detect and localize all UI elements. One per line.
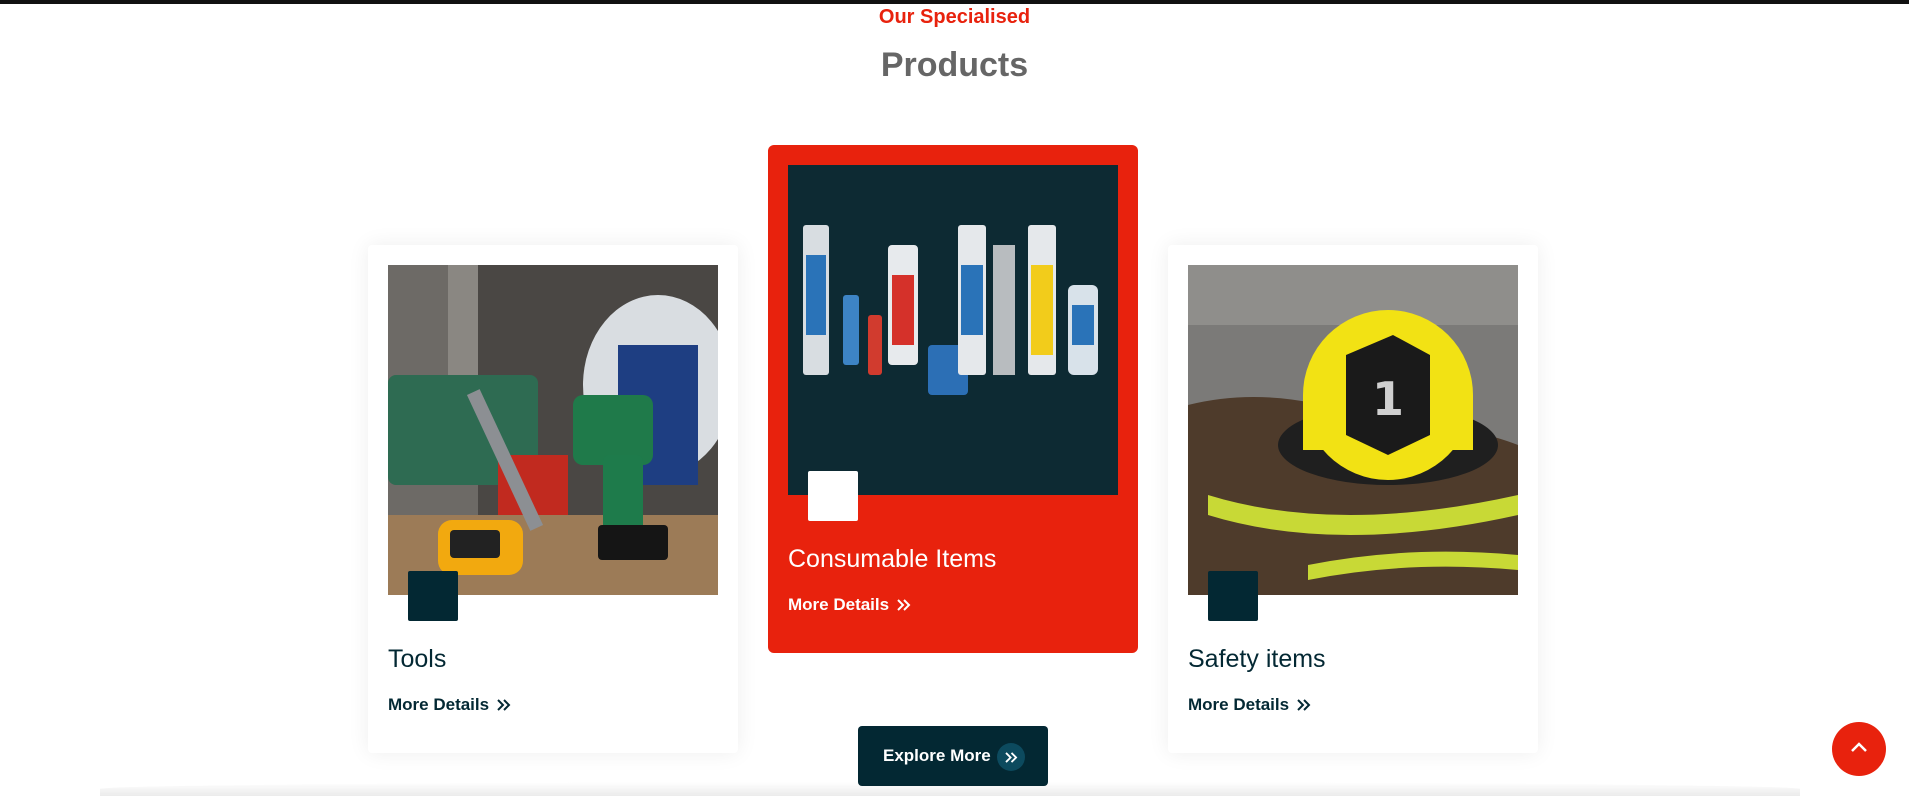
svg-text:1: 1 [1372, 372, 1404, 426]
card-title: Consumable Items [788, 545, 997, 573]
tools-image [388, 265, 718, 595]
explore-more-button[interactable]: Explore More [858, 726, 1048, 786]
consumable-items-image [788, 165, 1118, 495]
safety-items-more-details-link[interactable]: More Details [1188, 695, 1311, 715]
product-card-tools: Tools More Details [368, 245, 738, 753]
link-label: More Details [1188, 695, 1290, 714]
scroll-to-top-button[interactable] [1832, 722, 1886, 776]
safety-items-badge [1208, 571, 1258, 621]
chevron-up-icon [1850, 740, 1868, 758]
section-subtitle: Our Specialised [878, 6, 1031, 28]
consumable-items-badge [808, 471, 858, 521]
tools-more-details-link[interactable]: More Details [388, 695, 511, 715]
double-chevron-right-icon [897, 599, 911, 611]
link-label: More Details [788, 595, 890, 614]
double-chevron-right-icon [497, 699, 511, 711]
card-title: Safety items [1188, 645, 1326, 673]
consumable-items-more-details-link[interactable]: More Details [788, 595, 911, 615]
double-chevron-right-icon [997, 743, 1025, 771]
safety-items-image: 1 [1188, 265, 1518, 595]
bottom-section-shadow [100, 782, 1800, 796]
explore-more-label: Explore More [883, 746, 991, 765]
tools-badge [408, 571, 458, 621]
link-label: More Details [388, 695, 490, 714]
card-title: Tools [388, 645, 447, 673]
product-card-consumable-items: Consumable Items More Details [768, 145, 1138, 653]
product-card-safety-items: 1 Safety items More Details [1168, 245, 1538, 753]
double-chevron-right-icon [1297, 699, 1311, 711]
section-title: Products [880, 46, 1029, 84]
